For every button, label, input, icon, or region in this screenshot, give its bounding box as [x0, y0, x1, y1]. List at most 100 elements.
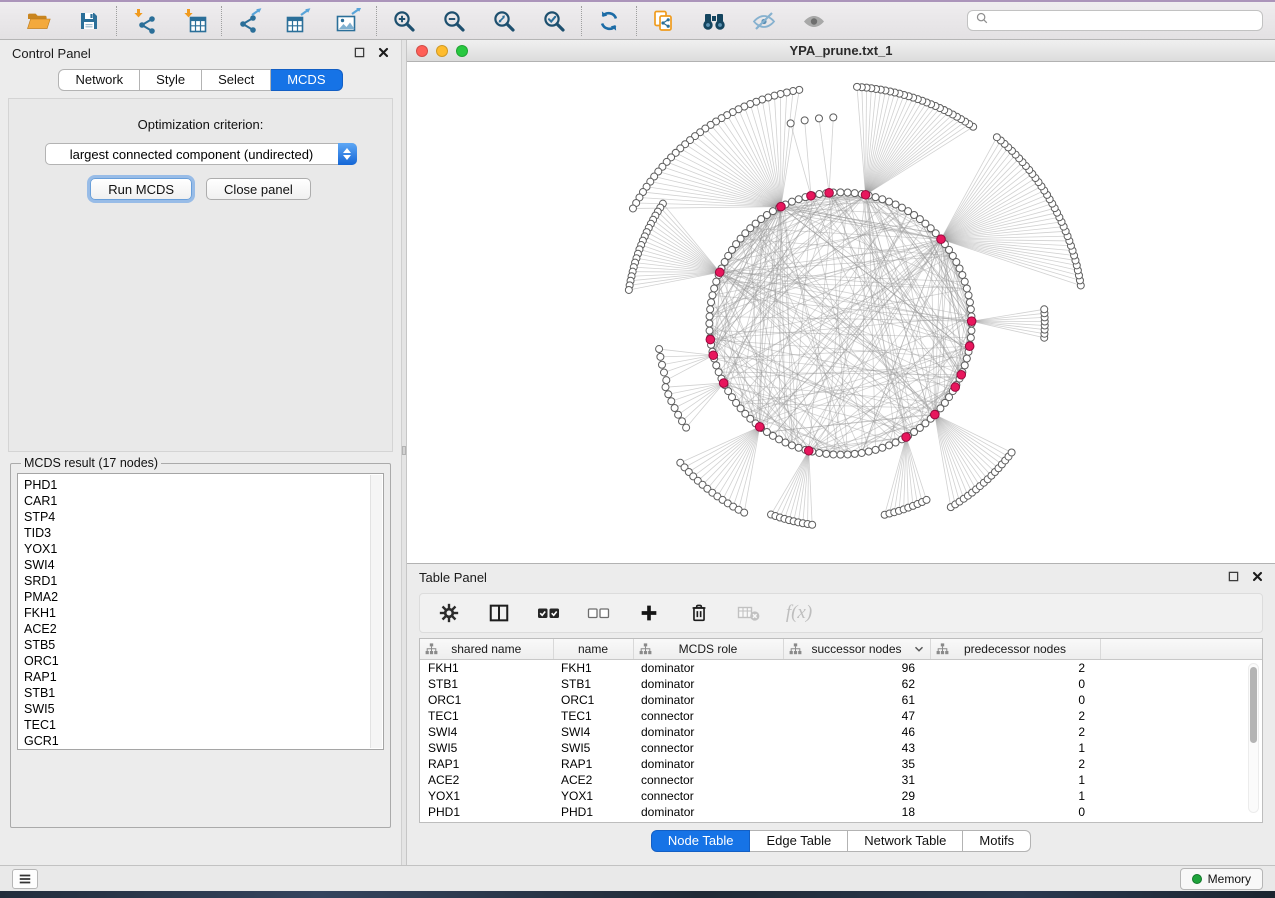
open-file-icon[interactable]: [24, 7, 54, 35]
list-scrollbar[interactable]: [370, 475, 382, 748]
column-header-mcds-role[interactable]: MCDS role: [633, 639, 783, 660]
cell-mcds-role[interactable]: dominator: [633, 724, 783, 740]
gear-icon[interactable]: [436, 600, 462, 626]
mcds-result-item[interactable]: RAP1: [18, 669, 383, 685]
table-row[interactable]: SWI5SWI5connector431: [420, 740, 1262, 756]
cell-mcds-role[interactable]: dominator: [633, 660, 783, 676]
cell-predecessor-nodes[interactable]: 0: [930, 804, 1100, 820]
cell-successor-nodes[interactable]: 61: [783, 692, 930, 708]
cell-successor-nodes[interactable]: 18: [783, 804, 930, 820]
column-header-shared-name[interactable]: shared name: [420, 639, 553, 660]
zoom-window-icon[interactable]: [456, 45, 468, 57]
network-titlebar[interactable]: YPA_prune.txt_1: [407, 40, 1275, 62]
cell-predecessor-nodes[interactable]: 2: [930, 756, 1100, 772]
new-network-from-selection-icon[interactable]: [649, 7, 679, 35]
add-column-icon[interactable]: [636, 600, 662, 626]
cell-shared-name[interactable]: SWI5: [420, 740, 553, 756]
zoom-selected-icon[interactable]: [539, 7, 569, 35]
cell-name[interactable]: TEC1: [553, 708, 633, 724]
first-neighbors-icon[interactable]: [699, 7, 729, 35]
cell-predecessor-nodes[interactable]: 1: [930, 740, 1100, 756]
network-graph[interactable]: [407, 62, 1275, 563]
tab-style[interactable]: Style: [140, 69, 202, 91]
split-view-icon[interactable]: [486, 600, 512, 626]
table-row[interactable]: ORC1ORC1dominator610: [420, 692, 1262, 708]
table-row[interactable]: FKH1FKH1dominator962: [420, 660, 1262, 676]
cell-shared-name[interactable]: PHD1: [420, 804, 553, 820]
cell-name[interactable]: ORC1: [553, 692, 633, 708]
cell-successor-nodes[interactable]: 46: [783, 724, 930, 740]
cell-shared-name[interactable]: YOX1: [420, 788, 553, 804]
cell-successor-nodes[interactable]: 47: [783, 708, 930, 724]
cell-mcds-role[interactable]: connector: [633, 708, 783, 724]
mcds-result-item[interactable]: SRD1: [18, 573, 383, 589]
tab-select[interactable]: Select: [202, 69, 271, 91]
close-window-icon[interactable]: [416, 45, 428, 57]
column-header-name[interactable]: name: [553, 639, 633, 660]
cell-predecessor-nodes[interactable]: 0: [930, 692, 1100, 708]
mcds-result-item[interactable]: PHD1: [18, 477, 383, 493]
table-tab-network-table[interactable]: Network Table: [848, 830, 963, 852]
select-all-rows-icon[interactable]: [536, 600, 562, 626]
cell-shared-name[interactable]: SWI4: [420, 724, 553, 740]
mcds-result-item[interactable]: FKH1: [18, 605, 383, 621]
cell-name[interactable]: SWI5: [553, 740, 633, 756]
mcds-result-item[interactable]: PMA2: [18, 589, 383, 605]
table-row[interactable]: YOX1YOX1connector291: [420, 788, 1262, 804]
cell-predecessor-nodes[interactable]: 1: [930, 788, 1100, 804]
delete-column-icon[interactable]: [686, 600, 712, 626]
zoom-out-icon[interactable]: [439, 7, 469, 35]
cell-predecessor-nodes[interactable]: 2: [930, 724, 1100, 740]
mcds-result-item[interactable]: ORC1: [18, 653, 383, 669]
tab-network[interactable]: Network: [58, 69, 140, 91]
cell-shared-name[interactable]: ACE2: [420, 772, 553, 788]
cell-mcds-role[interactable]: dominator: [633, 692, 783, 708]
cell-mcds-role[interactable]: dominator: [633, 676, 783, 692]
mcds-result-item[interactable]: ACE2: [18, 621, 383, 637]
cell-successor-nodes[interactable]: 35: [783, 756, 930, 772]
deselect-all-rows-icon[interactable]: [586, 600, 612, 626]
close-panel-icon[interactable]: [378, 46, 389, 61]
column-header-successor-nodes[interactable]: successor nodes: [783, 639, 930, 660]
task-history-button[interactable]: [12, 869, 38, 889]
table-row[interactable]: PHD1PHD1dominator180: [420, 804, 1262, 820]
table-tab-edge-table[interactable]: Edge Table: [750, 830, 848, 852]
splitter-handle-icon[interactable]: [402, 446, 406, 455]
table-row[interactable]: ACE2ACE2connector311: [420, 772, 1262, 788]
mcds-result-item[interactable]: YOX1: [18, 541, 383, 557]
network-canvas[interactable]: [407, 62, 1275, 563]
run-mcds-button[interactable]: Run MCDS: [90, 178, 192, 200]
export-table-icon[interactable]: [284, 7, 314, 35]
cell-successor-nodes[interactable]: 31: [783, 772, 930, 788]
table-row[interactable]: RAP1RAP1dominator352: [420, 756, 1262, 772]
cell-name[interactable]: RAP1: [553, 756, 633, 772]
mcds-result-item[interactable]: STP4: [18, 509, 383, 525]
float-panel-icon[interactable]: [1228, 570, 1239, 585]
export-image-icon[interactable]: [334, 7, 364, 35]
minimize-window-icon[interactable]: [436, 45, 448, 57]
table-row[interactable]: TEC1TEC1connector472: [420, 708, 1262, 724]
search-input[interactable]: [994, 14, 1255, 28]
cell-name[interactable]: FKH1: [553, 660, 633, 676]
mcds-result-item[interactable]: STB5: [18, 637, 383, 653]
cell-successor-nodes[interactable]: 96: [783, 660, 930, 676]
close-panel-button[interactable]: Close panel: [206, 178, 311, 200]
optimization-criterion-select[interactable]: largest connected component (undirected): [45, 143, 357, 165]
cell-name[interactable]: SWI4: [553, 724, 633, 740]
zoom-fit-icon[interactable]: [489, 7, 519, 35]
mcds-result-item[interactable]: TID3: [18, 525, 383, 541]
mcds-result-item[interactable]: STB1: [18, 685, 383, 701]
column-header-predecessor-nodes[interactable]: predecessor nodes: [930, 639, 1100, 660]
cell-mcds-role[interactable]: connector: [633, 740, 783, 756]
table-tab-motifs[interactable]: Motifs: [963, 830, 1031, 852]
mcds-result-item[interactable]: SWI4: [18, 557, 383, 573]
table-row[interactable]: STB1STB1dominator620: [420, 676, 1262, 692]
table-row[interactable]: SWI4SWI4dominator462: [420, 724, 1262, 740]
zoom-in-icon[interactable]: [389, 7, 419, 35]
cell-name[interactable]: YOX1: [553, 788, 633, 804]
delete-table-icon[interactable]: [736, 600, 762, 626]
save-session-icon[interactable]: [74, 7, 104, 35]
mcds-result-item[interactable]: TEC1: [18, 717, 383, 733]
cell-mcds-role[interactable]: connector: [633, 772, 783, 788]
mcds-result-item[interactable]: GCR1: [18, 733, 383, 749]
